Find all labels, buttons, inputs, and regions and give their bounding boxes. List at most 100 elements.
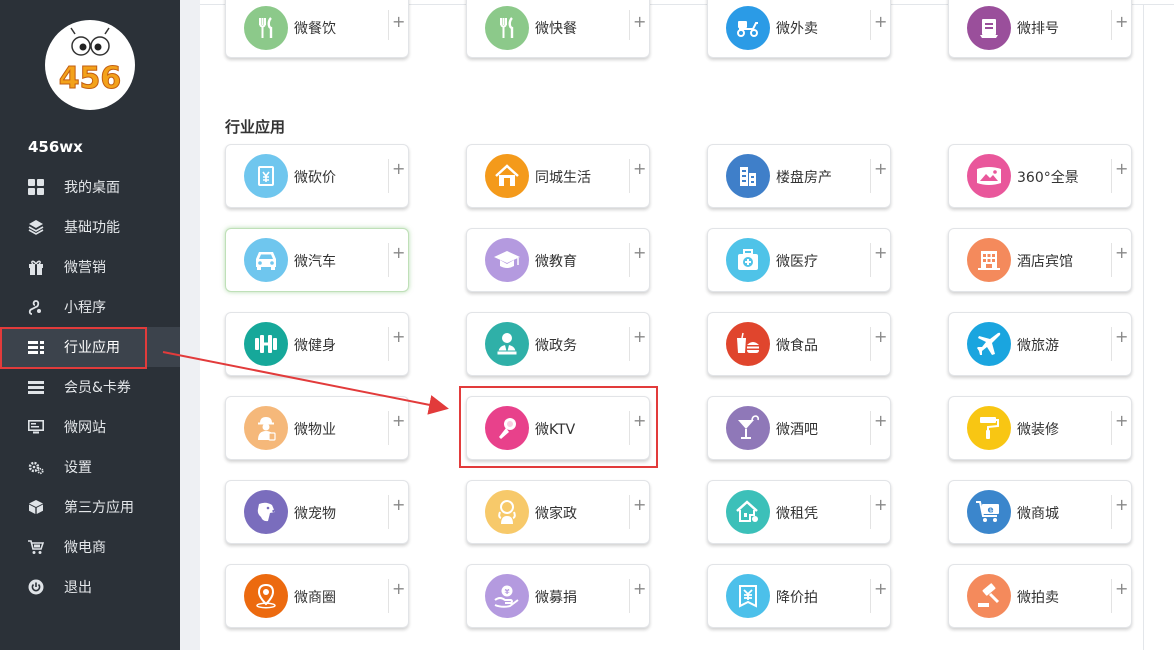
add-button[interactable]: + <box>392 14 405 30</box>
add-button[interactable]: + <box>392 413 405 429</box>
app-card-local-life[interactable]: 同城生活 + <box>466 144 650 208</box>
add-button[interactable]: + <box>1115 581 1128 597</box>
app-card-travel[interactable]: 微旅游 + <box>948 312 1132 376</box>
app-card-food[interactable]: 微食品 + <box>707 312 891 376</box>
add-button[interactable]: + <box>874 413 887 429</box>
card-icon <box>27 378 45 396</box>
add-button[interactable]: + <box>633 14 646 30</box>
app-label: 微酒吧 <box>776 422 818 438</box>
app-card-business-circle[interactable]: 微商圈 + <box>225 564 409 628</box>
app-card-price-drop[interactable]: 降价拍 + <box>707 564 891 628</box>
add-button[interactable]: + <box>392 497 405 513</box>
app-card-government[interactable]: 微政务 + <box>466 312 650 376</box>
app-card-queue[interactable]: 微排号 + <box>948 0 1132 58</box>
discount-icon <box>726 574 770 618</box>
add-button[interactable]: + <box>1115 245 1128 261</box>
sidebar-item-label: 第三方应用 <box>64 500 134 516</box>
sidebar-item-third-party[interactable]: 第三方应用 <box>0 487 180 527</box>
app-card-bar[interactable]: 微酒吧 + <box>707 396 891 460</box>
add-button[interactable]: + <box>1115 161 1128 177</box>
card-separator <box>1111 159 1112 193</box>
fork-knife-icon <box>485 6 529 50</box>
food-icon <box>726 322 770 366</box>
app-label: 微商圈 <box>294 590 336 606</box>
price-tag-icon <box>244 154 288 198</box>
app-card-mall[interactable]: e 微商城 + <box>948 480 1132 544</box>
card-separator <box>629 579 630 613</box>
add-button[interactable]: + <box>633 245 646 261</box>
card-separator <box>388 10 389 40</box>
app-card-rental[interactable]: 微租凭 + <box>707 480 891 544</box>
add-button[interactable]: + <box>1115 14 1128 30</box>
scooter-icon <box>726 6 770 50</box>
add-button[interactable]: + <box>633 581 646 597</box>
svg-text:456: 456 <box>59 61 122 96</box>
add-button[interactable]: + <box>633 413 646 429</box>
app-card-hotel[interactable]: 酒店宾馆 + <box>948 228 1132 292</box>
app-card-panorama[interactable]: 360°全景 + <box>948 144 1132 208</box>
app-card-fastfood[interactable]: 微快餐 + <box>466 0 650 58</box>
app-label: 微健身 <box>294 338 336 354</box>
app-label: 360°全景 <box>1017 170 1079 186</box>
add-button[interactable]: + <box>633 161 646 177</box>
sidebar-item-settings[interactable]: 设置 <box>0 447 180 487</box>
medical-kit-icon <box>726 238 770 282</box>
app-card-pet[interactable]: 微宠物 + <box>225 480 409 544</box>
fork-knife-icon <box>244 6 288 50</box>
add-button[interactable]: + <box>392 329 405 345</box>
add-button[interactable]: + <box>1115 413 1128 429</box>
add-button[interactable]: + <box>874 245 887 261</box>
app-card-real-estate[interactable]: 楼盘房产 + <box>707 144 891 208</box>
sidebar-item-desktop[interactable]: 我的桌面 <box>0 167 180 207</box>
app-card-fitness[interactable]: 微健身 + <box>225 312 409 376</box>
mini-program-icon <box>27 298 45 316</box>
hotel-icon <box>967 238 1011 282</box>
app-card-bargain[interactable]: 微砍价 + <box>225 144 409 208</box>
app-card-housekeeping[interactable]: 微家政 + <box>466 480 650 544</box>
logo-mascot-icon: 456 <box>58 27 122 97</box>
app-card-restaurant[interactable]: 微餐饮 + <box>225 0 409 58</box>
sidebar-item-label: 会员&卡券 <box>64 380 131 396</box>
app-card-takeout[interactable]: 微外卖 + <box>707 0 891 58</box>
app-card-ktv[interactable]: 微KTV + <box>466 396 650 460</box>
app-card-donation[interactable]: ¥ 微募捐 + <box>466 564 650 628</box>
add-button[interactable]: + <box>874 329 887 345</box>
sidebar-item-label: 微营销 <box>64 260 106 276</box>
app-card-auction[interactable]: 微拍卖 + <box>948 564 1132 628</box>
add-button[interactable]: + <box>874 161 887 177</box>
card-separator <box>388 495 389 529</box>
sidebar-item-logout[interactable]: 退出 <box>0 567 180 607</box>
app-card-medical[interactable]: 微医疗 + <box>707 228 891 292</box>
card-separator <box>629 10 630 40</box>
sidebar-item-marketing[interactable]: 微营销 <box>0 247 180 287</box>
app-label: 微医疗 <box>776 254 818 270</box>
sidebar-item-label: 我的桌面 <box>64 180 120 196</box>
add-button[interactable]: + <box>392 581 405 597</box>
add-button[interactable]: + <box>1115 497 1128 513</box>
sidebar-item-ecommerce[interactable]: 微电商 <box>0 527 180 567</box>
sidebar-item-membership[interactable]: 会员&卡券 <box>0 367 180 407</box>
add-button[interactable]: + <box>392 245 405 261</box>
sidebar-item-website[interactable]: 微网站 <box>0 407 180 447</box>
avatar[interactable]: 456 <box>45 20 135 110</box>
add-button[interactable]: + <box>874 581 887 597</box>
sidebar-item-basic[interactable]: 基础功能 <box>0 207 180 247</box>
auction-hammer-icon <box>967 574 1011 618</box>
content-gutter <box>180 0 200 650</box>
card-separator <box>1111 10 1112 40</box>
app-card-education[interactable]: 微教育 + <box>466 228 650 292</box>
app-label: 微食品 <box>776 338 818 354</box>
add-button[interactable]: + <box>633 497 646 513</box>
sidebar-item-miniprogram[interactable]: 小程序 <box>0 287 180 327</box>
app-card-car[interactable]: 微汽车 + <box>225 228 409 292</box>
cube-icon <box>27 498 45 516</box>
add-button[interactable]: + <box>392 161 405 177</box>
app-card-decoration[interactable]: 微装修 + <box>948 396 1132 460</box>
add-button[interactable]: + <box>633 329 646 345</box>
sidebar-item-industry-apps[interactable]: 行业应用 <box>0 327 180 369</box>
app-card-property[interactable]: 微物业 + <box>225 396 409 460</box>
add-button[interactable]: + <box>1115 329 1128 345</box>
app-label: 微砍价 <box>294 170 336 186</box>
add-button[interactable]: + <box>874 14 887 30</box>
add-button[interactable]: + <box>874 497 887 513</box>
